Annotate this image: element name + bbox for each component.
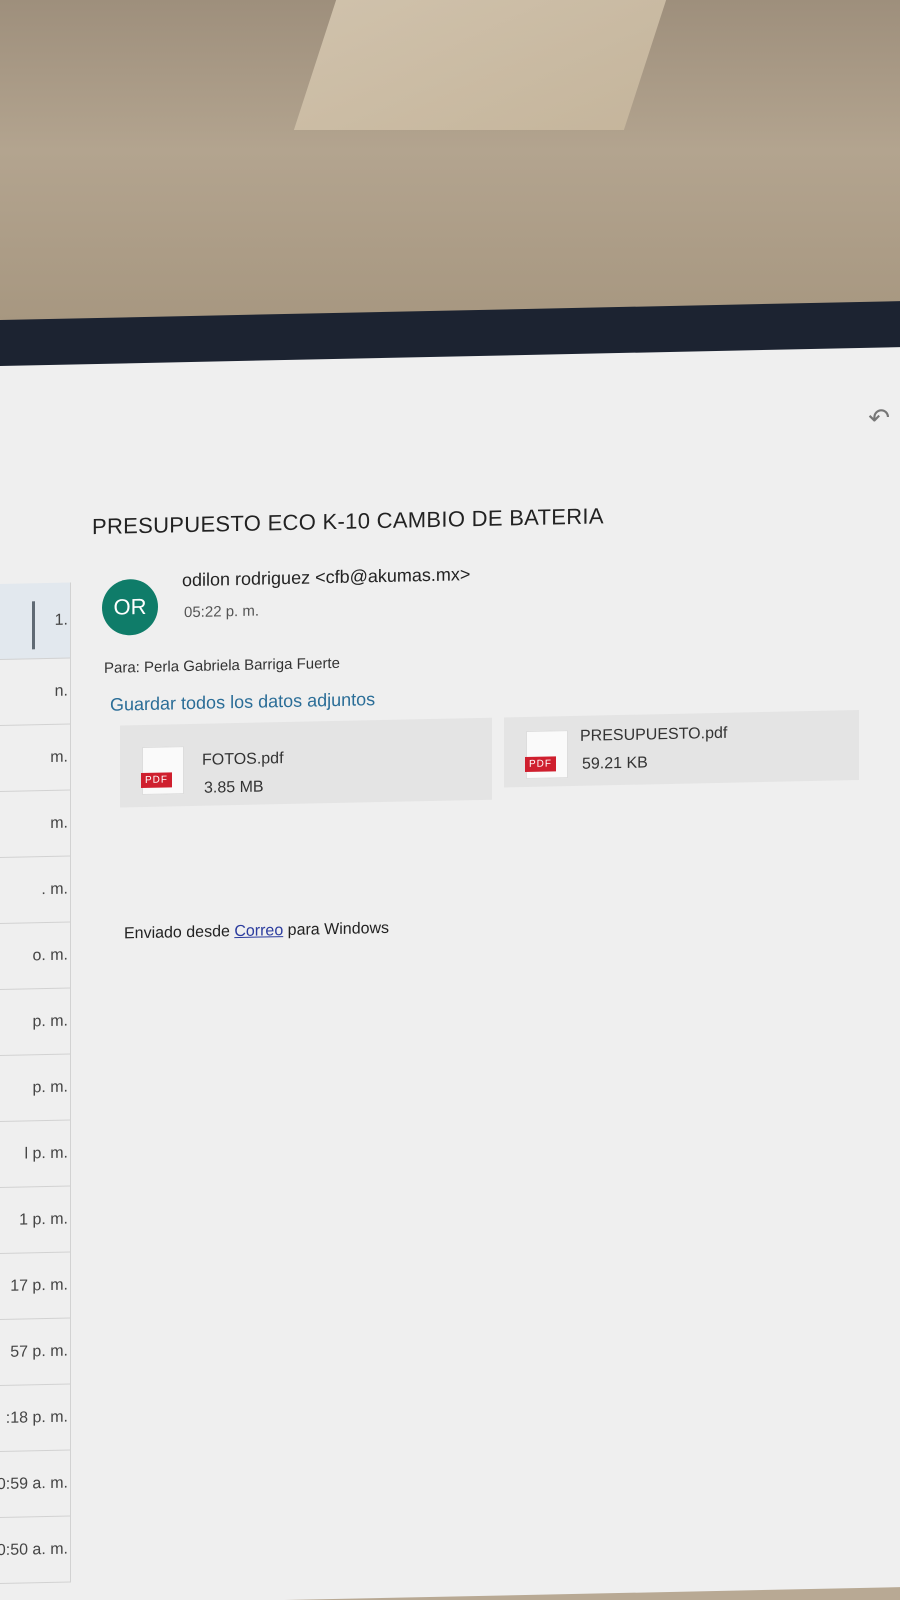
sender-header: OR odilon rodriguez <cfb@akumas.mx> 05:2… [92, 556, 872, 642]
background-ceiling [0, 0, 900, 335]
message-time: o. m. [32, 946, 68, 964]
reading-pane: PRESUPUESTO ECO K-10 CAMBIO DE BATERIA O… [92, 498, 872, 944]
message-time: 1. [54, 611, 68, 629]
message-list-item[interactable]: . m. [0, 856, 70, 924]
message-list-item[interactable]: l p. m. [0, 1120, 70, 1188]
attachment-presupuesto[interactable]: PDF PRESUPUESTO.pdf 59.21 KB [504, 710, 859, 788]
message-list-item[interactable]: m. [0, 724, 70, 792]
save-all-attachments-link[interactable]: Guardar todos los datos adjuntos [110, 689, 375, 716]
message-list-item[interactable]: p. m. [0, 988, 70, 1056]
message-list-item[interactable]: n. [0, 658, 70, 726]
message-list-item[interactable]: 0:50 a. m. [0, 1516, 70, 1584]
message-time: m. [50, 748, 68, 766]
recipient-line[interactable]: Para: Perla Gabriela Barriga Fuerte [104, 644, 872, 677]
pdf-icon: PDF [525, 730, 568, 779]
message-time: p. m. [32, 1012, 68, 1030]
sent-time: 05:22 p. m. [184, 602, 260, 622]
attachment-name: FOTOS.pdf [202, 750, 284, 769]
attachment-name: PRESUPUESTO.pdf [580, 724, 728, 745]
pdf-badge: PDF [525, 756, 556, 773]
message-time: 1 p. m. [19, 1210, 68, 1229]
body-prefix: Enviado desde [124, 923, 235, 943]
message-list-item[interactable]: m. [0, 790, 70, 858]
message-list-item[interactable]: o. m. [0, 922, 70, 990]
attachment-list: PDF FOTOS.pdf 3.85 MB PDF PRESUPUESTO.pd… [120, 710, 872, 808]
attachment-size: 59.21 KB [582, 754, 648, 773]
attachment-size: 3.85 MB [204, 778, 264, 797]
message-list-item[interactable]: 1. [0, 582, 70, 660]
correo-link[interactable]: Correo [234, 922, 283, 940]
sender-name[interactable]: odilon rodriguez <cfb@akumas.mx> [182, 564, 470, 591]
message-time: :18 p. m. [5, 1408, 68, 1427]
message-list-item[interactable]: 1 p. m. [0, 1186, 70, 1254]
message-list-item[interactable]: 0:59 a. m. [0, 1450, 70, 1518]
message-time: 17 p. m. [10, 1276, 68, 1295]
message-time: p. m. [32, 1078, 68, 1096]
email-body: Enviado desde Correo para Windows [124, 910, 872, 944]
message-time: m. [50, 814, 68, 832]
email-subject: PRESUPUESTO ECO K-10 CAMBIO DE BATERIA [92, 503, 604, 540]
message-time: n. [54, 682, 68, 700]
message-list-item[interactable]: 57 p. m. [0, 1318, 70, 1386]
message-time: 0:59 a. m. [0, 1474, 68, 1493]
mail-app-window: ↶ 1. n. m. m. . m. o. m. p. m. p. m. l p… [0, 347, 900, 1600]
reply-icon[interactable]: ↶ [868, 402, 890, 433]
message-time: 57 p. m. [10, 1342, 68, 1361]
pdf-icon: PDF [141, 746, 184, 796]
selected-indicator [32, 601, 35, 650]
message-list-item[interactable]: 17 p. m. [0, 1252, 70, 1320]
message-time: 0:50 a. m. [0, 1540, 68, 1559]
ceiling-light-panel [293, 0, 667, 130]
message-list-item[interactable]: p. m. [0, 1054, 70, 1122]
message-list: 1. n. m. m. . m. o. m. p. m. p. m. l p. … [0, 582, 71, 1584]
pdf-badge: PDF [141, 772, 172, 789]
message-time: . m. [41, 880, 68, 898]
message-time: l p. m. [24, 1144, 68, 1162]
attachment-fotos[interactable]: PDF FOTOS.pdf 3.85 MB [120, 717, 492, 808]
body-suffix: para Windows [283, 919, 390, 940]
message-list-item[interactable]: :18 p. m. [0, 1384, 70, 1452]
avatar[interactable]: OR [102, 578, 158, 636]
